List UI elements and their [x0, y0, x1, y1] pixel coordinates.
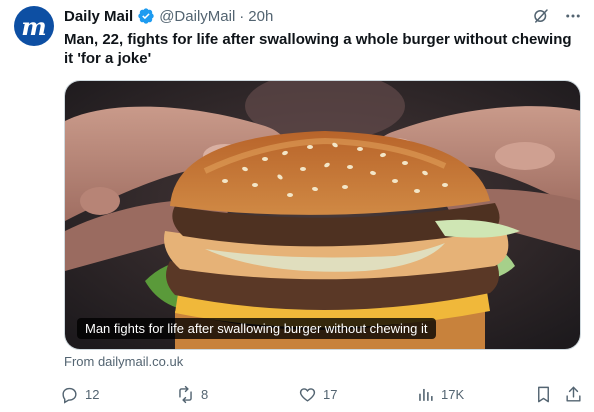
media-caption: Man fights for life after swallowing bur… — [77, 318, 436, 339]
author-handle[interactable]: @DailyMail — [159, 8, 235, 25]
burger-photo — [65, 81, 580, 349]
tweet-media[interactable]: Man fights for life after swallowing bur… — [64, 80, 581, 350]
tweet-text: Man, 22, fights for life after swallowin… — [64, 31, 572, 67]
views-count: 17K — [441, 386, 465, 402]
reply-icon — [62, 387, 77, 404]
avatar[interactable]: m — [14, 6, 54, 46]
share-icon — [566, 386, 581, 402]
share-button[interactable] — [564, 382, 583, 406]
repost-count: 8 — [201, 386, 209, 402]
repost-icon — [179, 385, 192, 403]
like-button[interactable]: 17 — [298, 382, 337, 406]
like-count: 17 — [323, 386, 338, 402]
tweet-time[interactable]: 20h — [248, 8, 273, 25]
views-icon — [419, 388, 433, 401]
reply-button[interactable]: 12 — [60, 382, 99, 406]
verified-badge-icon — [138, 8, 154, 24]
author-name[interactable]: Daily Mail — [64, 8, 133, 25]
repost-button[interactable]: 8 — [176, 382, 208, 406]
tweet-header: Daily Mail @DailyMail · 20h — [64, 6, 582, 26]
reply-count: 12 — [85, 386, 100, 402]
bookmark-button[interactable] — [534, 382, 553, 406]
heart-icon — [299, 387, 316, 402]
more-options-icon[interactable] — [564, 7, 582, 25]
bookmark-icon — [538, 386, 549, 402]
link-source[interactable]: From dailymail.co.uk — [64, 354, 183, 369]
views-button[interactable]: 17K — [416, 382, 464, 406]
grok-icon[interactable] — [532, 7, 550, 25]
tweet-actions: 12 8 17 17K — [60, 382, 588, 406]
separator-dot: · — [239, 7, 245, 25]
